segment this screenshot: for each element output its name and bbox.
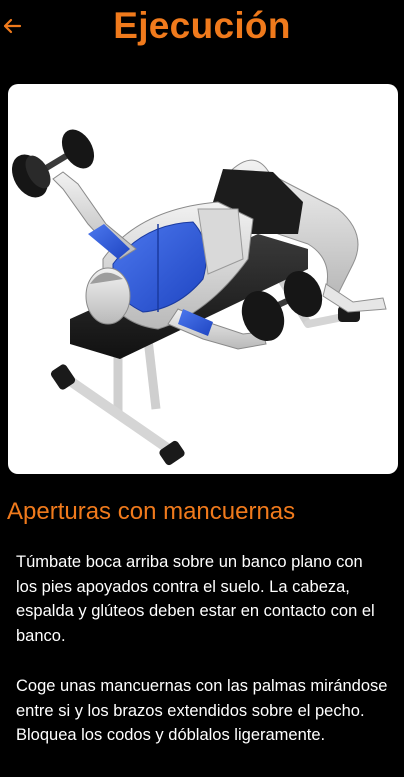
instruction-paragraph: Coge unas mancuernas con las palmas mirá… [16, 677, 388, 744]
page-title: Ejecución [113, 5, 291, 46]
dumbbell-flyes-illustration [11, 129, 387, 466]
dumbbell-left [11, 129, 95, 198]
exercise-name: Aperturas con mancuernas [7, 498, 296, 525]
exercise-illustration [8, 84, 398, 474]
left-arm [52, 171, 137, 260]
instruction-paragraph: Túmbate boca arriba sobre un banco plano… [16, 553, 375, 645]
top-bar: Ejecución [0, 0, 404, 56]
